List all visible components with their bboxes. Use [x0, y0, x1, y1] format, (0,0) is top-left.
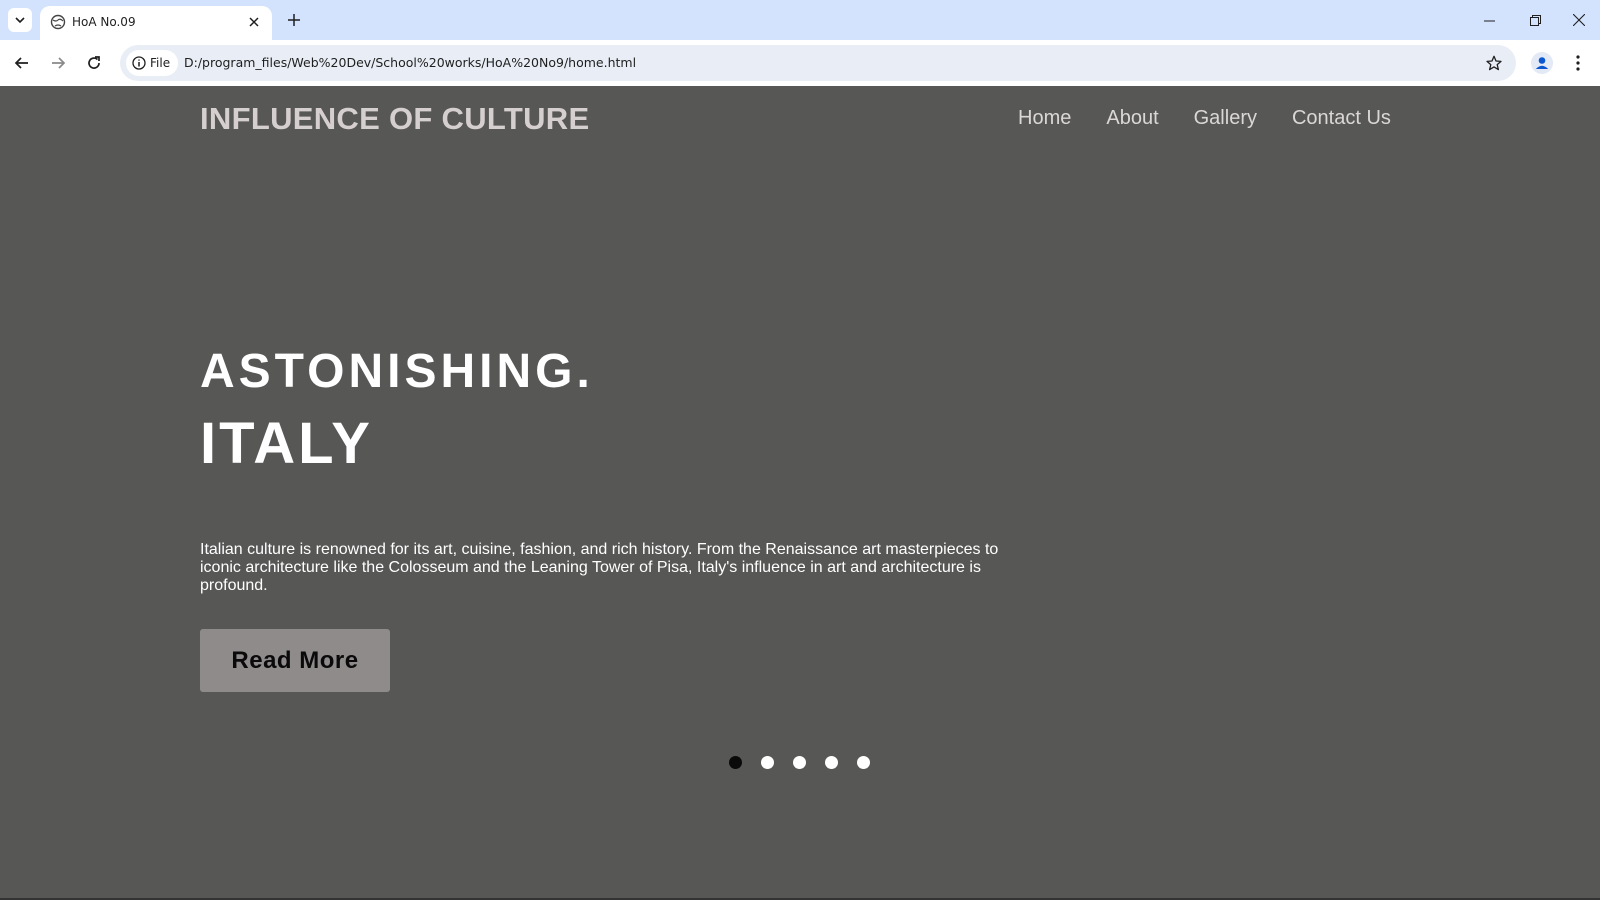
- address-bar[interactable]: File D:/program_files/Web%20Dev/School%2…: [120, 45, 1516, 81]
- star-icon: [1486, 55, 1502, 71]
- site-chip-label: File: [150, 56, 171, 70]
- minimize-button[interactable]: [1466, 0, 1512, 40]
- forward-button[interactable]: [45, 50, 71, 76]
- slider-dot-5[interactable]: [857, 756, 870, 769]
- nav-link-contact[interactable]: Contact Us: [1292, 107, 1391, 130]
- nav-link-about[interactable]: About: [1106, 107, 1158, 130]
- chevron-down-icon: [15, 17, 25, 24]
- bookmark-button[interactable]: [1482, 51, 1506, 75]
- browser-toolbar: File D:/program_files/Web%20Dev/School%2…: [0, 40, 1600, 86]
- site-info-chip[interactable]: File: [126, 50, 178, 76]
- page-viewport: INFLUENCE OF CULTURE Home About Gallery …: [0, 86, 1600, 900]
- slider-dots: [729, 756, 889, 769]
- hero-description: Italian culture is renowned for its art,…: [200, 541, 999, 594]
- reload-button[interactable]: [81, 50, 107, 76]
- restore-icon: [1529, 14, 1541, 26]
- more-vertical-icon: [1576, 55, 1580, 71]
- main-nav: Home About Gallery Contact Us: [1018, 107, 1426, 130]
- close-icon: [1573, 14, 1585, 26]
- nav-link-home[interactable]: Home: [1018, 107, 1071, 130]
- slider-dot-4[interactable]: [825, 756, 838, 769]
- back-button[interactable]: [9, 50, 35, 76]
- plus-icon: [288, 14, 300, 26]
- tab-title: HoA No.09: [72, 15, 136, 29]
- arrow-left-icon: [14, 57, 28, 69]
- arrow-right-icon: [52, 57, 66, 69]
- reload-icon: [88, 56, 100, 69]
- browser-tab[interactable]: HoA No.09: [40, 6, 272, 40]
- close-tab-icon[interactable]: [246, 14, 262, 30]
- menu-button[interactable]: [1565, 50, 1591, 76]
- tab-search-button[interactable]: [8, 8, 32, 32]
- profile-button[interactable]: [1529, 50, 1555, 76]
- browser-tab-strip: HoA No.09: [0, 0, 1600, 40]
- nav-link-gallery[interactable]: Gallery: [1194, 107, 1257, 130]
- globe-icon: [50, 14, 66, 30]
- new-tab-button[interactable]: [282, 8, 306, 32]
- hero-heading-line2: ITALY: [200, 411, 373, 476]
- slider-dot-2[interactable]: [761, 756, 774, 769]
- site-logo[interactable]: INFLUENCE OF CULTURE: [200, 101, 589, 137]
- read-more-button[interactable]: Read More: [200, 629, 390, 692]
- info-icon: [132, 56, 146, 70]
- slider-dot-3[interactable]: [793, 756, 806, 769]
- close-window-button[interactable]: [1556, 0, 1600, 40]
- avatar-icon: [1531, 52, 1553, 74]
- url-text[interactable]: D:/program_files/Web%20Dev/School%20work…: [184, 55, 636, 70]
- minimize-icon: [1483, 20, 1495, 21]
- hero-heading-line1: ASTONISHING.: [200, 345, 594, 398]
- slider-dot-1[interactable]: [729, 756, 742, 769]
- restore-button[interactable]: [1512, 0, 1558, 40]
